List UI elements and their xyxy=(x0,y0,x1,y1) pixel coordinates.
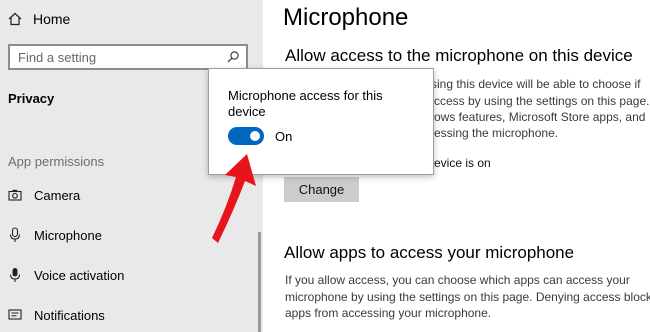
group-heading-app-permissions: App permissions xyxy=(8,154,105,169)
access-body-line: ccess by using the settings on this page… xyxy=(434,94,650,108)
sidebar-item-label: Microphone xyxy=(34,227,102,243)
microphone-icon xyxy=(8,227,22,243)
sidebar-item-label: Voice activation xyxy=(34,267,125,283)
access-body-line: essing the microphone. xyxy=(434,126,559,140)
page-title: Microphone xyxy=(283,4,409,31)
sidebar-item-label: Notifications xyxy=(34,307,105,323)
sidebar-item-label: Camera xyxy=(34,187,81,203)
apps-body-line: If you allow access, you can choose whic… xyxy=(285,273,630,287)
sidebar-item-microphone[interactable]: Microphone xyxy=(8,225,102,245)
search-box[interactable] xyxy=(8,44,248,70)
apps-body-line: apps from accessing your microphone. xyxy=(285,306,492,320)
red-arrow-annotation xyxy=(212,154,256,243)
notifications-icon xyxy=(8,307,22,323)
search-input[interactable] xyxy=(10,46,218,68)
home-label: Home xyxy=(33,11,71,27)
change-button[interactable]: Change xyxy=(284,177,359,202)
dialog-title: Microphone access for this device xyxy=(228,88,383,119)
access-body-line: ows features, Microsoft Store apps, and xyxy=(434,110,646,124)
sidebar-scrollbar[interactable] xyxy=(258,232,261,332)
sidebar-item-camera[interactable]: Camera xyxy=(8,185,80,205)
section-title-privacy: Privacy xyxy=(8,91,55,106)
microphone-access-toggle[interactable] xyxy=(228,127,264,145)
access-status-text: evice is on xyxy=(434,156,491,170)
apps-body-line: microphone by using the settings on this… xyxy=(285,290,650,304)
toggle-knob xyxy=(250,131,260,141)
search-icon[interactable] xyxy=(226,50,240,64)
access-body-line: sing this device will be able to choose … xyxy=(431,77,641,91)
home-icon xyxy=(8,12,22,26)
home-nav-item[interactable]: Home xyxy=(8,10,70,28)
sidebar-item-notifications[interactable]: Notifications xyxy=(8,305,105,325)
voice-activation-icon xyxy=(8,267,22,283)
access-heading: Allow access to the microphone on this d… xyxy=(285,46,633,65)
camera-icon xyxy=(8,187,22,203)
apps-access-heading: Allow apps to access your microphone xyxy=(284,243,575,262)
sidebar-item-voice-activation[interactable]: Voice activation xyxy=(8,265,124,285)
toggle-state-label: On xyxy=(275,129,293,144)
